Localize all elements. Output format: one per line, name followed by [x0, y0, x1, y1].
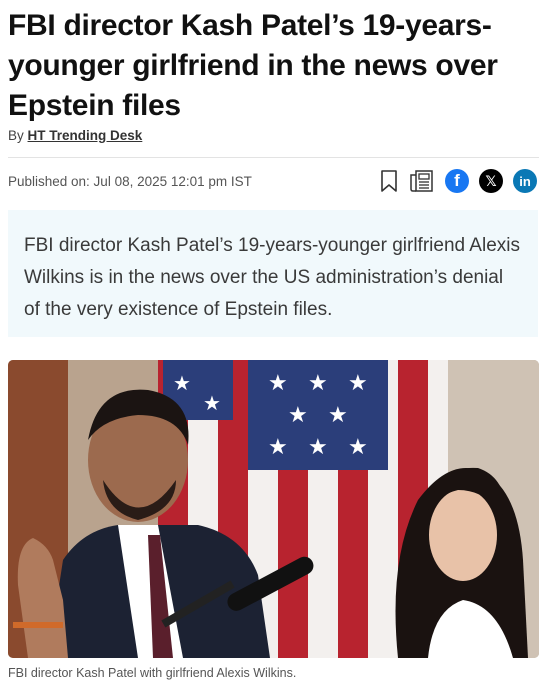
facebook-icon[interactable]: f [445, 169, 469, 193]
published-date: Published on: Jul 08, 2025 12:01 pm IST [8, 174, 252, 189]
linkedin-icon[interactable]: in [513, 169, 537, 193]
article-summary: FBI director Kash Patel’s 19-years-young… [8, 210, 538, 337]
svg-text:★: ★ [288, 402, 308, 427]
article-headline: FBI director Kash Patel’s 19-years-young… [8, 9, 498, 122]
svg-text:★: ★ [268, 370, 288, 395]
photo-caption: FBI director Kash Patel with girlfriend … [8, 666, 297, 680]
share-bar: f 𝕏 in [369, 169, 537, 193]
svg-text:★: ★ [308, 370, 328, 395]
author-link[interactable]: HT Trending Desk [28, 128, 143, 143]
divider [8, 157, 539, 158]
svg-text:★: ★ [203, 393, 221, 415]
byline: By HT Trending Desk [8, 128, 142, 143]
bookmark-icon[interactable] [379, 169, 399, 193]
article-page: FBI director Kash Patel’s 19-years-young… [0, 0, 549, 690]
svg-text:★: ★ [308, 434, 328, 459]
svg-text:★: ★ [328, 402, 348, 427]
svg-text:★: ★ [173, 373, 191, 395]
news-icon[interactable] [409, 169, 435, 193]
svg-text:★: ★ [268, 434, 288, 459]
svg-text:★: ★ [348, 434, 368, 459]
svg-text:★: ★ [348, 370, 368, 395]
x-icon[interactable]: 𝕏 [479, 169, 503, 193]
byline-prefix: By [8, 128, 24, 143]
article-photo[interactable]: ★ ★ ★ ★ ★ ★ ★ ★ ★ ★ [8, 360, 539, 658]
